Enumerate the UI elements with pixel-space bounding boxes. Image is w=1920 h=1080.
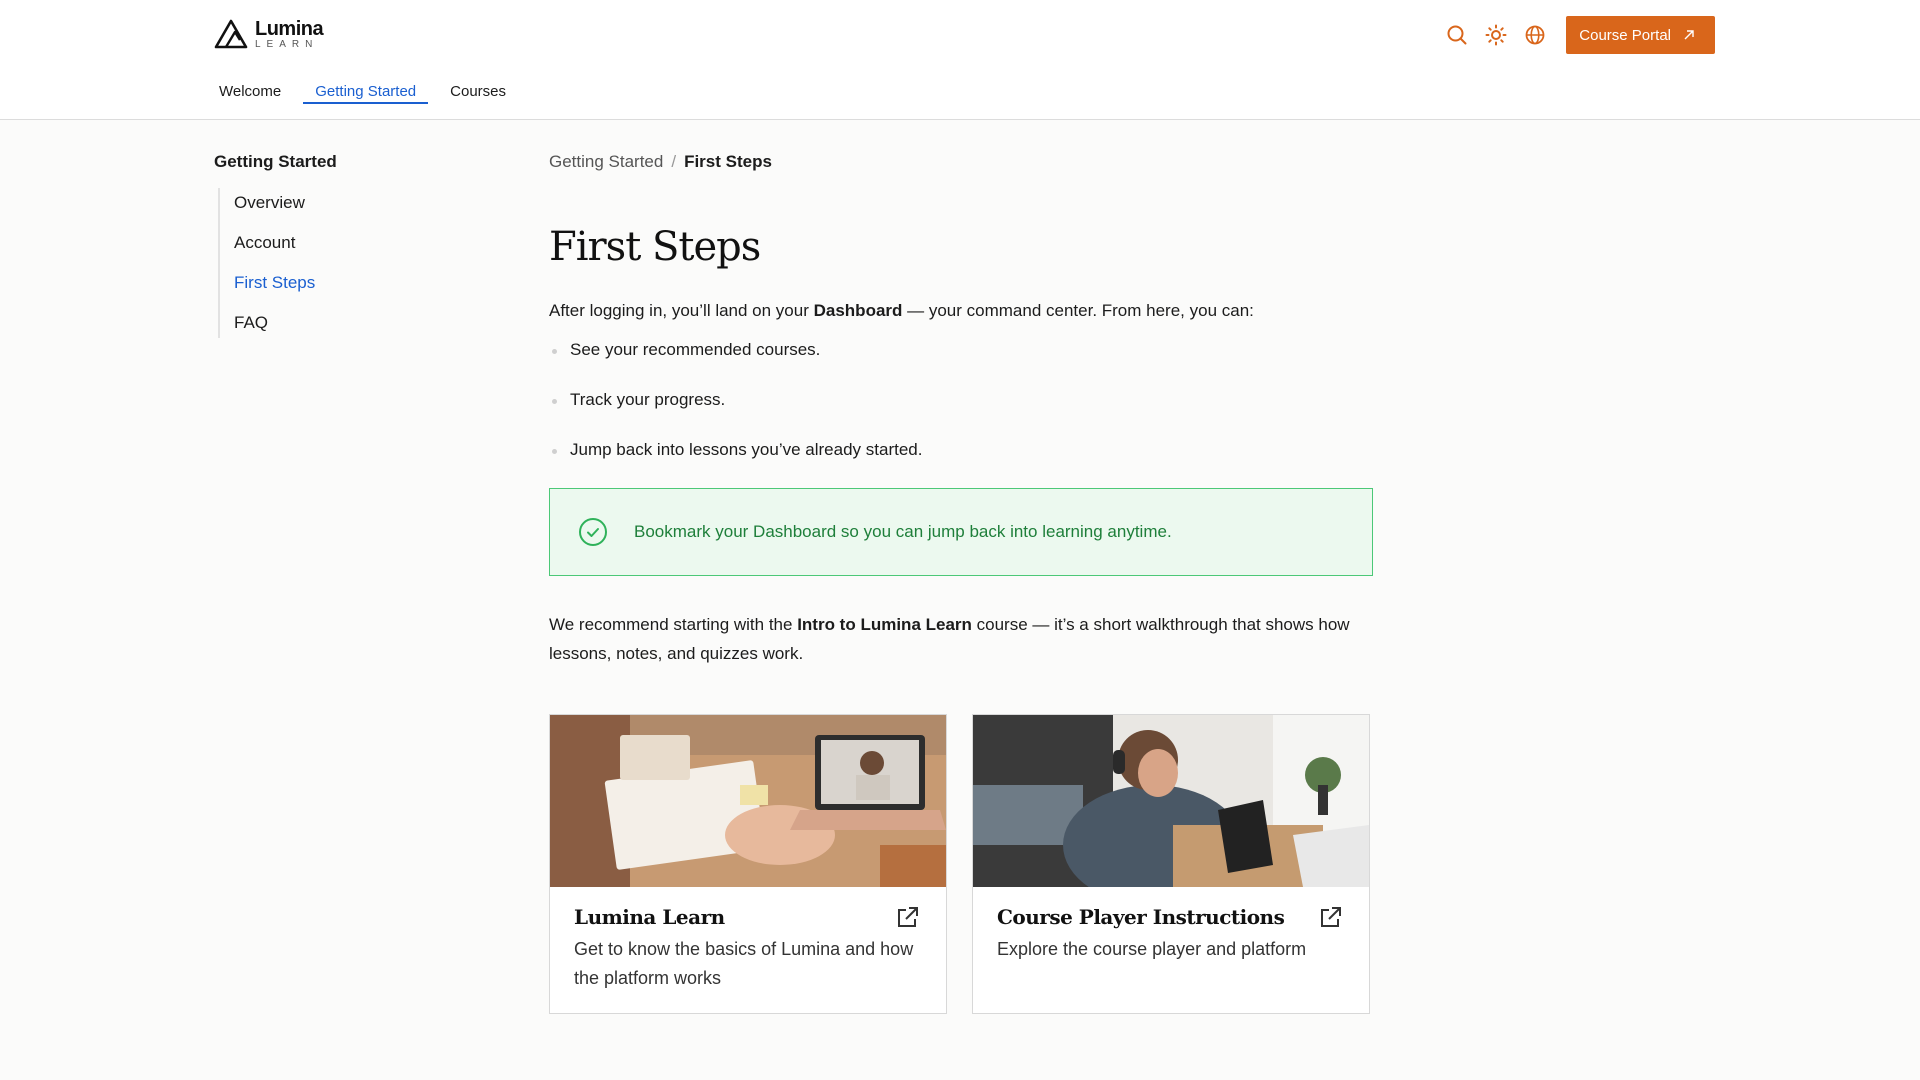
breadcrumb-separator: / [671, 152, 677, 171]
course-portal-label: Course Portal [1579, 26, 1671, 44]
arrow-up-right-icon [1683, 29, 1695, 41]
logo-mark-icon [214, 19, 248, 49]
main-content: Getting Started / First Steps First Steps … [549, 152, 1373, 1014]
sidebar-item-account[interactable]: Account [234, 228, 494, 258]
list-item: Track your progress. [549, 388, 1373, 412]
intro-bold: Dashboard [813, 301, 903, 320]
search-icon[interactable] [1444, 22, 1470, 48]
card-title: Lumina Learn [574, 905, 725, 929]
breadcrumb: Getting Started / First Steps [549, 152, 1373, 172]
list-item: See your recommended courses. [549, 338, 1373, 362]
card-image-student-notebook [550, 715, 946, 887]
intro-text-2: — your command center. From here, you ca… [902, 301, 1254, 320]
brand-name: Lumina [255, 17, 324, 40]
card-description: Explore the course player and platform [997, 939, 1307, 959]
callout-text: Bookmark your Dashboard so you can jump … [634, 522, 1172, 541]
sidebar-item-overview[interactable]: Overview [234, 188, 494, 218]
tab-welcome[interactable]: Welcome [207, 76, 293, 112]
check-circle-icon [579, 518, 607, 546]
course-portal-button[interactable]: Course Portal [1566, 16, 1715, 54]
recommend-paragraph: We recommend starting with the Intro to … [549, 610, 1373, 668]
top-navigation: Welcome Getting Started Courses [207, 76, 528, 112]
intro-text-1: After logging in, you’ll land on your [549, 301, 814, 320]
card-title: Course Player Instructions [997, 905, 1285, 929]
breadcrumb-parent[interactable]: Getting Started [549, 152, 663, 171]
recommend-bold: Intro to Lumina Learn [797, 615, 972, 634]
site-header: Lumina LEARN Course Portal Welcome Getti… [0, 0, 1920, 120]
breadcrumb-current: First Steps [684, 152, 772, 171]
brand-subtitle: LEARN [255, 38, 319, 50]
logo[interactable]: Lumina LEARN [213, 17, 324, 50]
globe-icon[interactable] [1522, 22, 1548, 48]
sidebar-item-first-steps[interactable]: First Steps [234, 268, 494, 298]
sidebar-list: Overview Account First Steps FAQ [218, 188, 494, 338]
card-description: Get to know the basics of Lumina and how… [574, 939, 914, 988]
tip-callout: Bookmark your Dashboard so you can jump … [549, 488, 1373, 576]
sidebar-title: Getting Started [214, 152, 337, 171]
tab-courses[interactable]: Courses [438, 76, 518, 112]
list-item: Jump back into lessons you’ve already st… [549, 438, 1373, 462]
tab-getting-started[interactable]: Getting Started [303, 76, 429, 112]
external-link-icon[interactable] [894, 905, 920, 931]
feature-list: See your recommended courses. Track your… [549, 338, 1373, 462]
recommend-text-1: We recommend starting with the [549, 615, 798, 634]
sun-icon[interactable] [1483, 22, 1509, 48]
external-link-icon[interactable] [1317, 905, 1343, 931]
intro-paragraph: After logging in, you’ll land on your Da… [549, 298, 1373, 324]
card-image-student-laptop [973, 715, 1369, 887]
course-card-course-player[interactable]: Course Player Instructions Explore the c… [972, 714, 1370, 1014]
page-title: First Steps [549, 224, 761, 270]
course-card-lumina-learn[interactable]: Lumina Learn Get to know the basics of L… [549, 714, 947, 1014]
course-cards: Lumina Learn Get to know the basics of L… [549, 714, 1373, 1014]
sidebar: Getting Started Overview Account First S… [214, 152, 494, 348]
sidebar-item-faq[interactable]: FAQ [234, 308, 494, 338]
